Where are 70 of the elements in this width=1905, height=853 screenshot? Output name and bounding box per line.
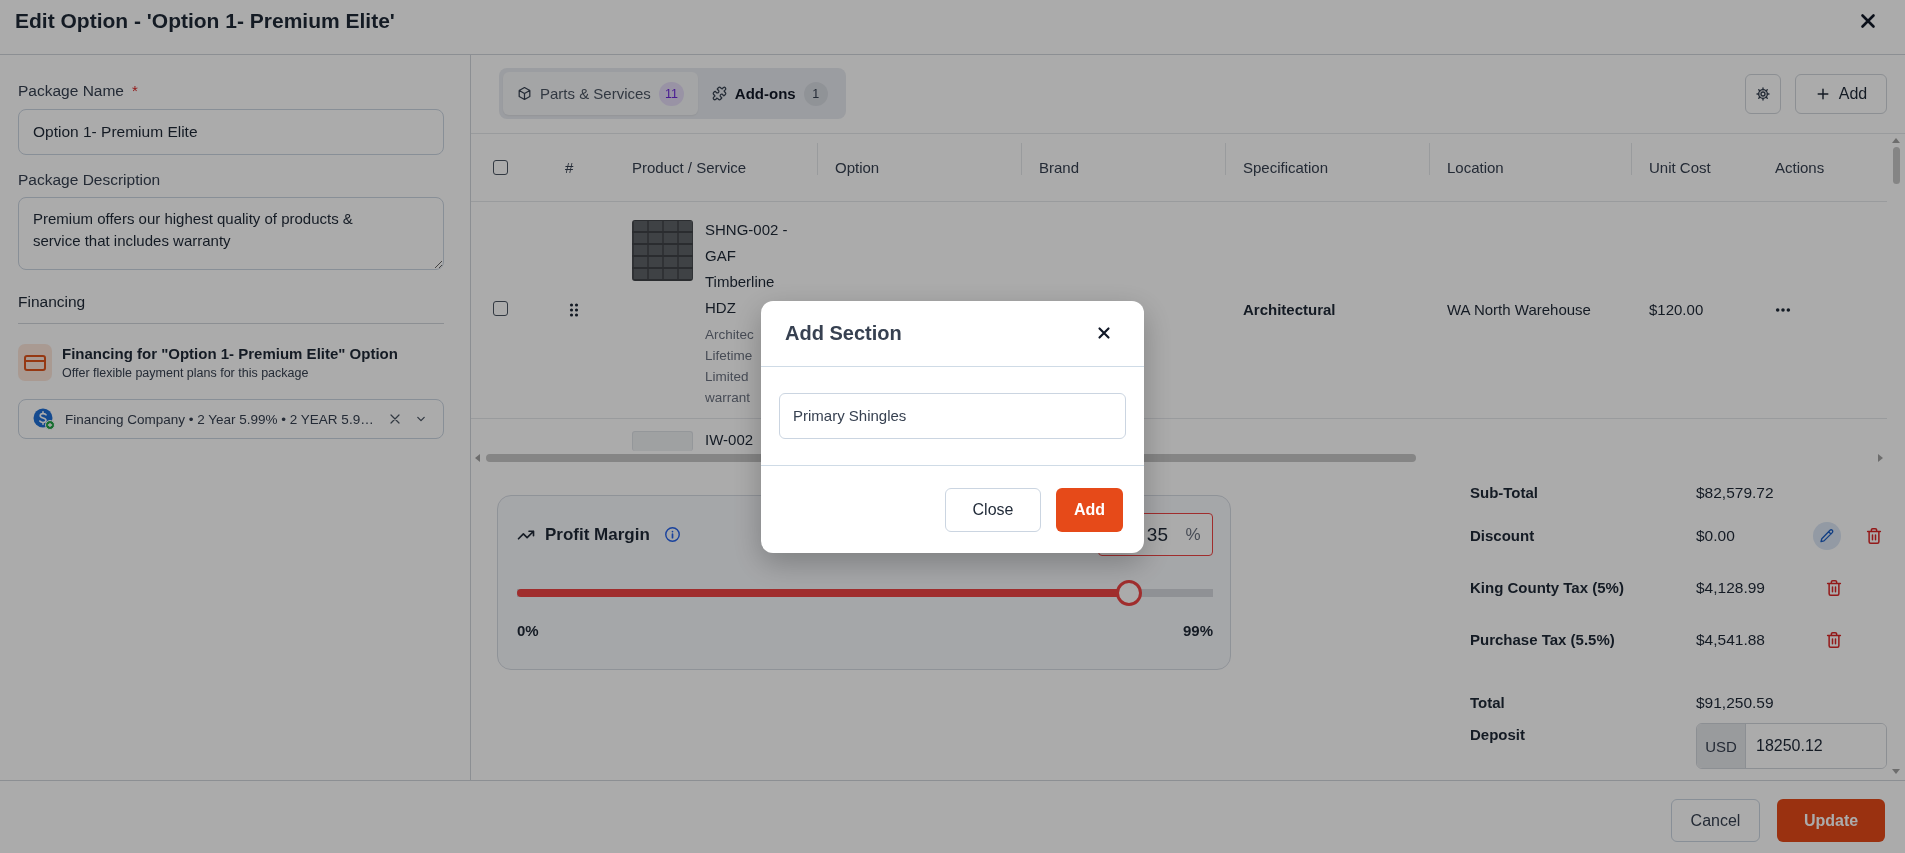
pencil-icon bbox=[1819, 528, 1835, 544]
info-icon[interactable] bbox=[663, 526, 681, 543]
checkbox[interactable] bbox=[493, 160, 508, 175]
summary-value: $91,250.59 bbox=[1696, 694, 1775, 712]
package-description-input[interactable]: Premium offers our highest quality of products & service that includes warranty bbox=[18, 197, 444, 270]
table-cell: WA North Warehouse bbox=[1447, 301, 1591, 318]
column-header: Option bbox=[835, 159, 880, 176]
dollar-coin-icon bbox=[33, 408, 55, 430]
summary-label: Sub-Total bbox=[1470, 484, 1540, 502]
financing-select[interactable]: Financing Company • 2 Year 5.99% • 2 YEAR 5.9… bbox=[18, 399, 444, 439]
trash-icon[interactable] bbox=[1825, 579, 1843, 597]
column-header: # bbox=[565, 159, 574, 176]
drag-handle-icon[interactable] bbox=[569, 302, 579, 318]
product-description: Architec Lifetime Limited warrant bbox=[705, 326, 754, 407]
puzzle-piece-icon bbox=[711, 86, 727, 101]
checkbox[interactable] bbox=[493, 300, 508, 316]
more-options-icon[interactable] bbox=[1775, 307, 1791, 313]
financing-title: Financing for "Option 1- Premium Elite" Option bbox=[62, 344, 398, 364]
close-button[interactable]: Close bbox=[945, 487, 1041, 532]
column-header: Brand bbox=[1039, 159, 1080, 176]
financing-subtitle: Offer flexible payment plans for this package bbox=[62, 365, 310, 381]
currency-addon: USD bbox=[1697, 724, 1746, 768]
dialog-title: Edit Option - 'Option 1- Premium Elite' bbox=[15, 8, 395, 34]
settings-button[interactable] bbox=[1745, 74, 1781, 114]
package-name-input[interactable]: Option 1- Premium Elite bbox=[18, 109, 444, 155]
table-cell: $120.00 bbox=[1649, 301, 1704, 318]
summary-label: Total bbox=[1470, 694, 1506, 712]
percent-suffix: % bbox=[1184, 524, 1202, 545]
required-mark: * bbox=[132, 82, 138, 100]
tab[interactable]: Add-ons 1 bbox=[697, 72, 842, 115]
count-badge: 11 bbox=[658, 81, 684, 106]
column-header: Product / Service bbox=[632, 159, 747, 176]
summary-value: $4,128.99 bbox=[1696, 579, 1766, 597]
range-min-label: 0% bbox=[517, 622, 539, 640]
cancel-button[interactable]: Cancel bbox=[1671, 799, 1760, 842]
summary-label: King County Tax (5%) bbox=[1470, 579, 1625, 597]
slider-thumb[interactable] bbox=[1116, 580, 1143, 606]
trash-icon[interactable] bbox=[1865, 527, 1883, 545]
settings-icon bbox=[1755, 86, 1771, 102]
tab[interactable]: Parts & Services 11 bbox=[503, 72, 698, 115]
summary-value: $82,579.72 bbox=[1696, 484, 1775, 502]
field-label: Package Name bbox=[18, 82, 124, 100]
column-header: Actions bbox=[1775, 159, 1825, 176]
trash-icon[interactable] bbox=[1825, 631, 1843, 649]
range-max-label: 99% bbox=[1182, 622, 1213, 640]
add-button[interactable]: Add bbox=[1056, 487, 1123, 532]
summary-label: Deposit bbox=[1470, 725, 1526, 745]
deposit-field[interactable]: USD 18250.12 bbox=[1696, 723, 1887, 769]
add-button[interactable]: Add bbox=[1795, 74, 1887, 114]
section-name-input[interactable]: Primary Shingles bbox=[779, 392, 1126, 439]
product-name: IW-002 bbox=[705, 431, 754, 449]
card-title: Profit Margin bbox=[545, 524, 650, 545]
credit-card-icon bbox=[18, 344, 52, 381]
count-badge: 1 bbox=[803, 81, 828, 106]
field-label: Package Description bbox=[18, 171, 161, 189]
summary-label: Discount bbox=[1470, 527, 1536, 545]
close-icon[interactable] bbox=[1095, 324, 1113, 342]
edit-button[interactable] bbox=[1813, 522, 1841, 550]
cube-icon bbox=[517, 86, 532, 101]
table-cell: Architectural bbox=[1243, 301, 1336, 318]
summary-value: $4,541.88 bbox=[1696, 631, 1766, 649]
modal-title: Add Section bbox=[785, 321, 902, 345]
product-photo-placeholder bbox=[632, 220, 693, 281]
column-header: Unit Cost bbox=[1649, 159, 1711, 176]
column-header: Specification bbox=[1243, 159, 1329, 176]
column-header: Location bbox=[1447, 159, 1504, 176]
summary-value: $0.00 bbox=[1696, 527, 1736, 545]
product-name: SHNG-002 - GAF Timberline HDZ bbox=[705, 220, 789, 318]
section-heading: Financing bbox=[18, 293, 87, 311]
summary-label: Purchase Tax (5.5%) bbox=[1470, 631, 1616, 649]
